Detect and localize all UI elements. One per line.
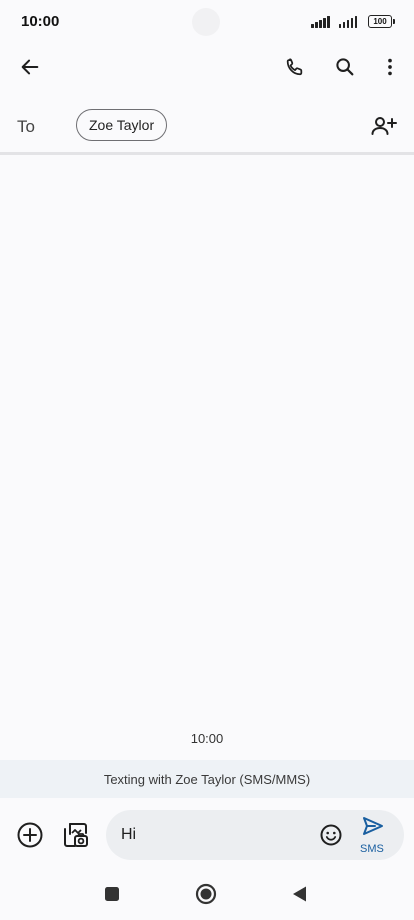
send-mode-label: SMS xyxy=(360,843,384,855)
plus-circle-icon xyxy=(17,822,43,848)
add-recipient-button[interactable] xyxy=(364,106,404,146)
emoji-icon xyxy=(320,824,342,846)
conversation-info-banner: Texting with Zoe Taylor (SMS/MMS) xyxy=(0,760,414,798)
status-indicators: 100 xyxy=(311,15,395,28)
arrow-left-icon xyxy=(21,59,39,75)
messaging-screen: 10:00 100 To Zoe Taylor 10:00 Texting wi… xyxy=(0,0,414,920)
system-back-button[interactable] xyxy=(280,874,320,914)
emoji-button[interactable] xyxy=(311,815,351,855)
call-button[interactable] xyxy=(275,47,315,87)
signal-icon xyxy=(311,15,330,28)
camera-cutout xyxy=(192,8,220,36)
battery-level: 100 xyxy=(373,17,387,26)
status-time: 10:00 xyxy=(21,13,60,30)
message-composer: Hi SMS xyxy=(0,798,414,868)
phone-icon xyxy=(286,58,303,76)
add-person-icon xyxy=(371,117,397,135)
recipient-row: To Zoe Taylor xyxy=(0,100,414,155)
system-nav-bar xyxy=(0,868,414,920)
back-button[interactable] xyxy=(10,47,50,87)
search-icon xyxy=(336,58,354,76)
square-icon xyxy=(105,887,119,901)
message-timestamp: 10:00 xyxy=(190,731,224,746)
home-button[interactable] xyxy=(186,874,226,914)
app-bar xyxy=(0,44,414,90)
more-options-button[interactable] xyxy=(370,47,410,87)
battery-icon: 100 xyxy=(368,15,395,28)
triangle-back-icon xyxy=(293,886,306,902)
more-vertical-icon xyxy=(388,58,392,76)
recipient-chip-label: Zoe Taylor xyxy=(89,117,155,133)
to-label: To xyxy=(17,117,35,136)
recents-button[interactable] xyxy=(92,874,132,914)
signal-icon xyxy=(338,15,357,28)
send-icon xyxy=(363,817,383,835)
circle-icon xyxy=(195,883,217,905)
recipient-chip[interactable]: Zoe Taylor xyxy=(76,109,168,141)
message-input[interactable]: Hi SMS xyxy=(106,810,404,860)
gallery-button[interactable] xyxy=(55,815,95,855)
message-input-text: Hi xyxy=(121,826,137,843)
gallery-icon xyxy=(64,823,88,847)
status-bar: 10:00 100 xyxy=(0,0,414,44)
attach-button[interactable] xyxy=(10,815,50,855)
search-button[interactable] xyxy=(325,47,365,87)
banner-text: Texting with Zoe Taylor (SMS/MMS) xyxy=(103,771,311,787)
